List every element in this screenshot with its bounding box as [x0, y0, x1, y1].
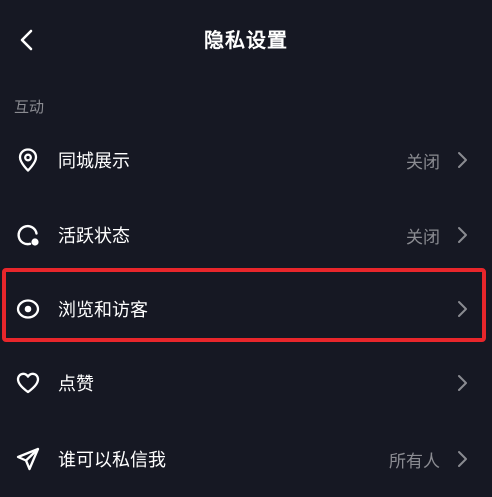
setting-label: 浏览和访客 [58, 300, 148, 321]
location-pin-icon [14, 146, 42, 174]
chevron-right-icon [458, 451, 467, 467]
setting-value: 关闭 [406, 228, 440, 248]
setting-row-views-and-visitors[interactable]: 浏览和访客 [0, 281, 492, 337]
send-icon [14, 445, 42, 473]
setting-value: 关闭 [406, 153, 440, 173]
header-bar: 隐私设置 [0, 0, 492, 80]
setting-row-active-status[interactable]: 活跃状态 关闭 [0, 207, 492, 263]
chevron-right-icon [458, 301, 467, 317]
setting-row-likes[interactable]: 点赞 [0, 355, 492, 411]
chevron-right-icon [458, 375, 467, 391]
setting-row-who-can-message[interactable]: 谁可以私信我 所有人 [0, 431, 492, 487]
chevron-right-icon [458, 227, 467, 243]
heart-icon [14, 369, 42, 397]
page-title: 隐私设置 [204, 28, 288, 52]
eye-icon [14, 295, 42, 323]
setting-label: 活跃状态 [58, 226, 130, 247]
setting-value: 所有人 [389, 452, 440, 472]
active-status-icon [14, 221, 42, 249]
setting-label: 谁可以私信我 [58, 450, 166, 471]
setting-label: 点赞 [58, 374, 94, 395]
chevron-right-icon [458, 152, 467, 168]
setting-label: 同城展示 [58, 151, 130, 172]
setting-row-local-display[interactable]: 同城展示 关闭 [0, 132, 492, 188]
section-label-interaction: 互动 [14, 98, 45, 116]
